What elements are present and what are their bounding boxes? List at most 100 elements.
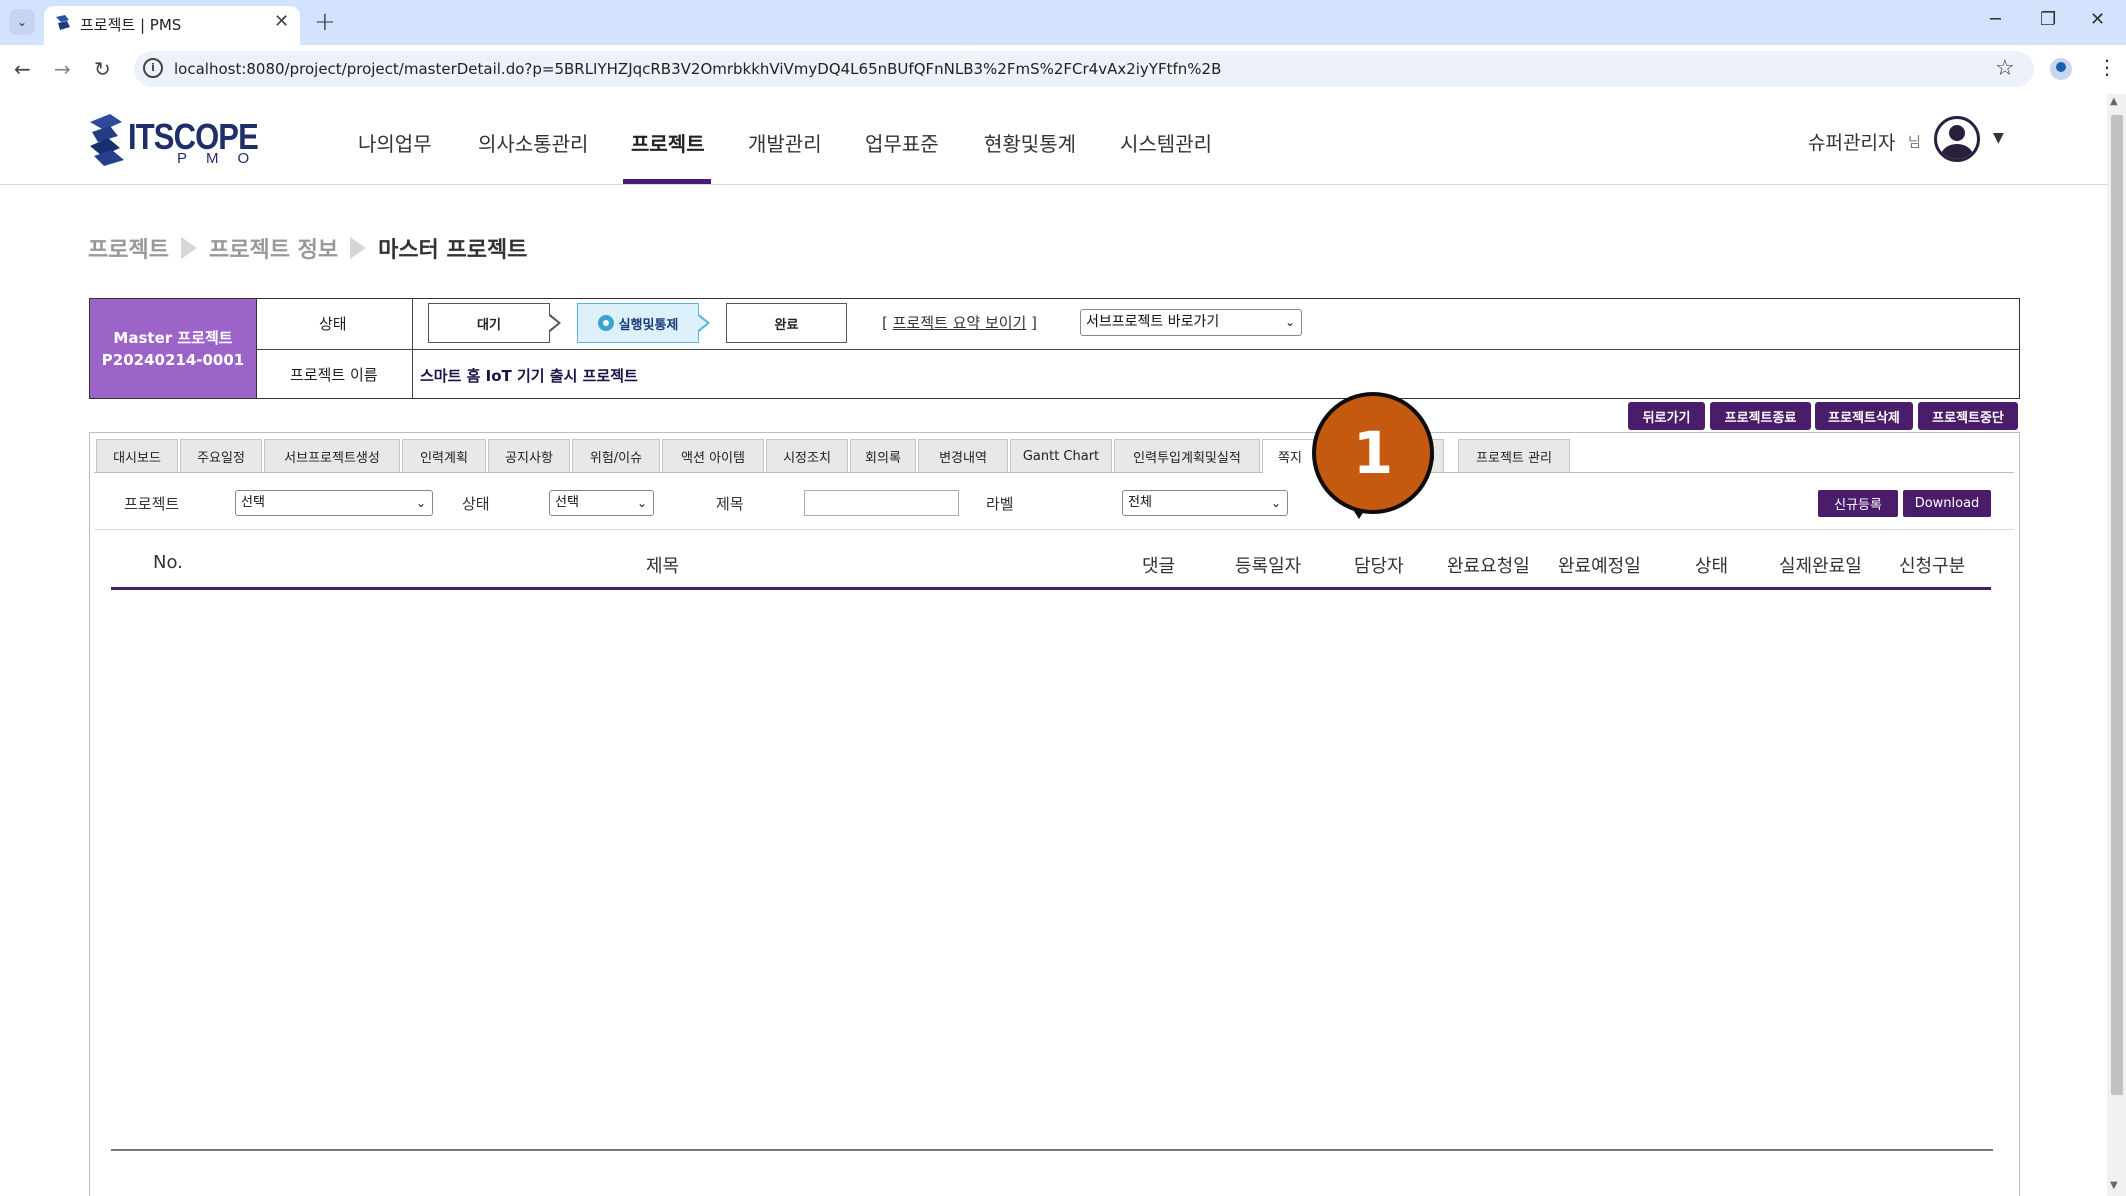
column-header-requested-due[interactable]: 완료요청일 — [1447, 552, 1530, 578]
breadcrumb-item[interactable]: 프로젝트 정보 — [209, 238, 338, 263]
tab-gantt-chart[interactable]: Gantt Chart — [1010, 439, 1112, 472]
filter-title-label: 제목 — [716, 495, 744, 513]
column-header-no[interactable]: No. — [153, 552, 183, 573]
user-honorific: 님 — [1908, 135, 1921, 151]
column-header-comments[interactable]: 댓글 — [1142, 552, 1175, 578]
profile-icon[interactable] — [2050, 58, 2072, 80]
column-header-planned-due[interactable]: 완료예정일 — [1558, 552, 1641, 578]
active-nav-indicator — [623, 179, 711, 184]
master-project-cell: Master 프로젝트 P20240214-0001 — [89, 298, 257, 399]
column-header-assignee[interactable]: 담당자 — [1354, 552, 1404, 578]
filter-project-select[interactable]: 선택 ⌄ — [235, 490, 433, 516]
breadcrumb-item[interactable]: 프로젝트 — [88, 238, 169, 263]
app-favicon-icon — [56, 15, 70, 30]
close-project-button[interactable]: 프로젝트종료 — [1710, 402, 1811, 430]
project-summary-link[interactable]: [ 프로젝트 요약 보이기 ] — [882, 312, 1037, 333]
step-arrow-icon — [549, 314, 561, 332]
tab-meeting-minutes[interactable]: 회의록 — [850, 439, 916, 472]
column-header-status[interactable]: 상태 — [1695, 552, 1728, 578]
column-header-reg-date[interactable]: 등록일자 — [1235, 552, 1301, 578]
close-tab-icon[interactable]: ✕ — [274, 11, 289, 32]
project-type-label: Master 프로젝트 — [113, 328, 233, 347]
scroll-up-icon[interactable]: ▲ — [2110, 96, 2118, 107]
user-avatar-icon[interactable] — [1934, 116, 1980, 162]
tab-risk-issue[interactable]: 위험/이슈 — [572, 439, 660, 472]
tab-corrective-action[interactable]: 시정조치 — [766, 439, 848, 472]
scroll-down-icon[interactable]: ▼ — [2110, 1180, 2118, 1191]
nav-communication[interactable]: 의사소통관리 — [478, 128, 588, 157]
restore-icon[interactable]: ❐ — [2040, 9, 2056, 30]
download-button[interactable]: Download — [1903, 490, 1991, 517]
column-header-actual-done[interactable]: 실제완료일 — [1779, 552, 1862, 578]
filter-status-label: 상태 — [462, 495, 490, 513]
new-tab-icon[interactable]: + — [314, 7, 336, 37]
step-arrow-icon — [698, 314, 710, 332]
tab-project-management[interactable]: 프로젝트 관리 — [1458, 439, 1570, 472]
filter-status-value: 선택 — [555, 495, 579, 510]
filter-status-select[interactable]: 선택 ⌄ — [549, 490, 654, 516]
chevron-down-icon: ⌄ — [1284, 315, 1295, 329]
tab-staff-input-plan[interactable]: 인력투입계획및실적 — [1114, 439, 1260, 472]
new-register-button[interactable]: 신규등록 — [1818, 490, 1898, 517]
breadcrumb-current: 마스터 프로젝트 — [378, 238, 528, 263]
table-header-line — [111, 587, 1991, 590]
step-complete: 완료 — [726, 303, 847, 343]
table-bottom-line — [111, 1149, 1993, 1151]
tab-action-items[interactable]: 액션 아이템 — [662, 439, 764, 472]
caret-down-icon[interactable]: ▼ — [1993, 130, 2004, 146]
nav-status-stats[interactable]: 현황및통계 — [984, 128, 1076, 157]
site-info-icon[interactable]: i — [143, 58, 163, 78]
info-col-divider — [412, 298, 413, 399]
user-name[interactable]: 슈퍼관리자 — [1808, 128, 1895, 155]
subproject-shortcut-select[interactable]: 서브프로젝트 바로가기 ⌄ — [1080, 309, 1302, 336]
column-header-title[interactable]: 제목 — [646, 552, 679, 578]
project-name: 스마트 홈 IoT 기기 출시 프로젝트 — [420, 367, 638, 385]
project-code: P20240214-0001 — [101, 350, 245, 369]
filter-project-value: 선택 — [241, 495, 265, 510]
tab-major-schedule[interactable]: 주요일정 — [180, 439, 262, 472]
back-icon[interactable]: ← — [14, 57, 31, 81]
browser-tab-title: 프로젝트 | PMS — [80, 16, 182, 34]
nav-system[interactable]: 시스템관리 — [1120, 128, 1212, 157]
filter-divider — [94, 529, 2014, 530]
location-pin-icon — [597, 315, 614, 331]
forward-icon[interactable]: → — [54, 57, 71, 81]
tab-create-subproject[interactable]: 서브프로젝트생성 — [264, 439, 400, 472]
summary-link-text[interactable]: 프로젝트 요약 보이기 — [893, 314, 1027, 332]
nav-project[interactable]: 프로젝트 — [631, 128, 705, 157]
suspend-project-button[interactable]: 프로젝트중단 — [1918, 402, 2018, 430]
nav-work-standard[interactable]: 업무표준 — [865, 128, 939, 157]
summary-bracket-close: ] — [1026, 314, 1037, 332]
back-button[interactable]: 뒤로가기 — [1628, 402, 1705, 430]
nav-my-work[interactable]: 나의업무 — [358, 128, 432, 157]
tab-staff-plan[interactable]: 인력계획 — [402, 439, 486, 472]
tab-list-icon[interactable]: ⌄ — [9, 9, 35, 35]
reload-icon[interactable]: ↻ — [94, 57, 111, 81]
breadcrumb-separator-icon — [180, 237, 197, 259]
step-running-label: 실행및통제 — [618, 317, 679, 333]
chevron-down-icon: ⌄ — [636, 496, 647, 510]
step-waiting: 대기 — [428, 303, 550, 343]
filter-label-label: 라벨 — [986, 495, 1014, 513]
breadcrumb: 프로젝트 프로젝트 정보 마스터 프로젝트 — [88, 232, 527, 264]
chevron-down-icon: ⌄ — [1270, 496, 1281, 510]
tab-notice[interactable]: 공지사항 — [488, 439, 570, 472]
status-label: 상태 — [319, 315, 347, 333]
bookmark-star-icon[interactable]: ☆ — [1995, 56, 2015, 81]
filter-title-input[interactable] — [804, 490, 959, 516]
close-window-icon[interactable]: ✕ — [2090, 9, 2105, 30]
column-header-request-type[interactable]: 신청구분 — [1899, 552, 1965, 578]
kebab-menu-icon[interactable]: ⋮ — [2097, 55, 2117, 79]
filter-project-label: 프로젝트 — [124, 495, 180, 513]
tab-change-history[interactable]: 변경내역 — [918, 439, 1008, 472]
tab-dashboard[interactable]: 대시보드 — [96, 439, 178, 472]
tab-message[interactable]: 쪽지 — [1262, 439, 1318, 473]
url-text[interactable]: localhost:8080/project/project/masterDet… — [174, 60, 1221, 78]
summary-bracket-open: [ — [882, 314, 893, 332]
step-running: 실행및통제 — [577, 303, 699, 343]
nav-development[interactable]: 개발관리 — [748, 128, 822, 157]
scrollbar-thumb[interactable] — [2111, 115, 2123, 1095]
minimize-icon[interactable]: ─ — [1990, 9, 2001, 30]
filter-label-select[interactable]: 전체 ⌄ — [1122, 490, 1288, 516]
delete-project-button[interactable]: 프로젝트삭제 — [1815, 402, 1913, 430]
